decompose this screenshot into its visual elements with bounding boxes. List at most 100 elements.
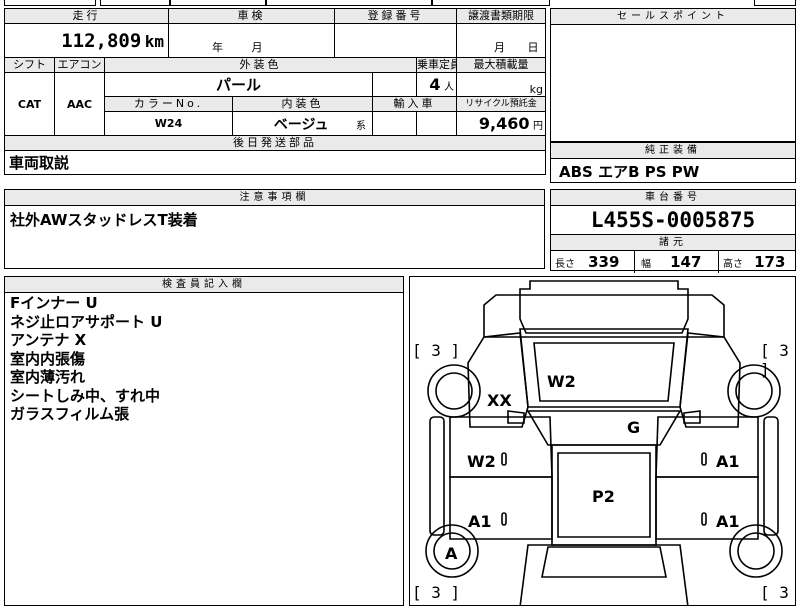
inspector-line: ネジ止ロアサポート U — [10, 312, 163, 331]
transfer-deadline-cell: 月 日 — [456, 23, 547, 58]
capacity-value: 4 — [429, 75, 441, 94]
top-cut-strip — [4, 0, 796, 6]
mileage-value: 112,809 — [61, 29, 142, 52]
left-rear-door-panel — [449, 476, 553, 540]
left-skirt — [429, 416, 445, 536]
sales-point-box: セールスポイント — [550, 8, 796, 142]
notes-value: 社外AWスタッドレスT装着 — [10, 211, 198, 229]
interior-color-label: 内装色 — [232, 96, 374, 112]
max-load-unit: kg — [456, 72, 547, 97]
mileage-unit: km — [144, 31, 165, 51]
transfer-deadline-label: 譲渡書類期限 — [456, 8, 547, 24]
sales-point-label: セールスポイント — [551, 9, 795, 25]
interior-color-cell: ベージュ 系 — [232, 111, 374, 136]
length-value: 339 — [588, 253, 620, 271]
equipment-box: 純正装備 ABS エアB PS PW — [550, 142, 796, 183]
hood-panel — [519, 328, 689, 408]
length-label: 長さ — [555, 259, 575, 270]
height-value: 173 — [754, 253, 786, 271]
mileage-cell: 112,809 km — [3, 23, 170, 58]
inspector-lines: Fインナー U ネジ止ロアサポート U アンテナ X 室内内張傷 室内薄汚れ シ… — [5, 293, 403, 425]
front-bumper — [519, 280, 689, 334]
inspector-line: ガラスフィルム張 — [10, 405, 130, 423]
rear-window — [541, 546, 667, 578]
registration-label: 登録番号 — [334, 8, 458, 24]
sales-point-value — [551, 25, 795, 33]
recycle-cell: 9,460 円 — [456, 111, 547, 136]
width-value: 147 — [670, 253, 702, 271]
capacity-cell: 4 人 — [416, 72, 458, 97]
mark-windshield: G — [627, 418, 641, 437]
notes-box: 注意事項欄 社外AWスタッドレスT装着 — [4, 189, 545, 269]
capacity-label: 乗車定員 — [416, 57, 458, 73]
vehicle-info-table: 走行 車検 登録番号 譲渡書類期限 112,809 km 年 月 月 日 シフト… — [3, 8, 547, 175]
mark-right-front-door: A1 — [716, 452, 740, 471]
inspector-line: Fインナー U — [10, 294, 98, 312]
equipment-value: ABS エアB PS PW — [559, 163, 700, 181]
mark-left-rear-wheel: A — [445, 544, 458, 563]
width-cell: 幅 147 — [635, 251, 719, 273]
spec-row: 長さ 339 幅 147 高さ 173 — [551, 251, 795, 273]
car-diagram: [ 3 ] [ 3 ] [ 3 ] [ 3 ] W2 XX G W2 A1 P2… — [409, 276, 796, 606]
exterior-color-value: パール — [103, 72, 374, 97]
inspector-line: 室内内張傷 — [10, 349, 86, 368]
chassis-number: L455S-0005875 — [551, 206, 795, 235]
inspection-month: 月 — [251, 41, 263, 54]
bracket-front-right: [ 3 ] — [760, 341, 789, 379]
import-cell-a — [372, 111, 418, 136]
transfer-month: 月 — [494, 41, 506, 54]
right-rear-door-panel — [655, 476, 759, 540]
bracket-front-left: [ 3 ] — [412, 341, 461, 360]
width-label: 幅 — [641, 259, 651, 270]
inspection-year: 年 — [212, 41, 224, 54]
inspector-label: 検査員記入欄 — [5, 277, 403, 293]
import-cell-b — [416, 111, 458, 136]
mark-right-rear-door: A1 — [716, 512, 740, 531]
notes-label: 注意事項欄 — [5, 190, 544, 206]
interior-color-value: ベージュ — [273, 116, 329, 133]
color-no-value: W24 — [103, 111, 234, 136]
inspector-line: アンテナ X — [10, 331, 87, 349]
max-load-label: 最大積載量 — [456, 57, 547, 73]
mark-left-front-door: W2 — [467, 452, 496, 471]
inspection-label: 車検 — [168, 8, 336, 24]
bracket-rear-left: [ 3 ] — [412, 583, 461, 602]
inspector-line: 室内薄汚れ — [10, 368, 86, 386]
color-no-label: カラーNo. — [103, 96, 234, 112]
aircon-label: エアコン — [54, 57, 105, 73]
recycle-label: リサイクル預託金 — [456, 96, 547, 112]
delivery-parts-label: 後日発送部品 — [3, 135, 547, 151]
inspection-cell: 年 月 — [168, 23, 336, 58]
inspector-line: シートしみ中、すれ中 — [10, 386, 161, 405]
chassis-box: 車台番号 L455S-0005875 諸元 長さ 339 幅 147 高さ 17… — [550, 189, 796, 273]
spec-label: 諸元 — [551, 235, 795, 251]
length-cell: 長さ 339 — [551, 251, 635, 273]
transfer-day: 日 — [527, 41, 539, 54]
aircon-value: AAC — [54, 72, 105, 136]
right-skirt — [763, 416, 779, 536]
mark-roof: P2 — [592, 487, 615, 506]
registration-value — [334, 23, 458, 58]
mark-left-rear-door: A1 — [468, 512, 492, 531]
equipment-label: 純正装備 — [551, 143, 795, 159]
recycle-unit: 円 — [533, 121, 544, 132]
mileage-label: 走行 — [3, 8, 170, 24]
recycle-value: 9,460 — [478, 114, 530, 133]
mark-hood: W2 — [547, 372, 576, 391]
import-label: 輸入車 — [372, 96, 458, 112]
mark-front-left: XX — [487, 391, 512, 410]
inspector-box: 検査員記入欄 Fインナー U ネジ止ロアサポート U アンテナ X 室内内張傷 … — [4, 276, 404, 606]
height-label: 高さ — [723, 259, 743, 270]
interior-color-suffix: 系 — [356, 120, 367, 132]
car-outline — [425, 280, 783, 605]
shift-value: CAT — [4, 72, 55, 136]
shift-label: シフト — [4, 57, 55, 73]
exterior-color-label: 外装色 — [103, 57, 418, 73]
bracket-rear-right: [ 3 ] — [760, 583, 789, 605]
height-cell: 高さ 173 — [719, 251, 795, 273]
chassis-label: 車台番号 — [551, 190, 795, 206]
delivery-parts-value: 車両取説 — [3, 150, 547, 175]
capacity-unit: 人 — [444, 82, 455, 93]
rear-body — [519, 544, 689, 605]
exterior-color-extra — [372, 72, 418, 97]
